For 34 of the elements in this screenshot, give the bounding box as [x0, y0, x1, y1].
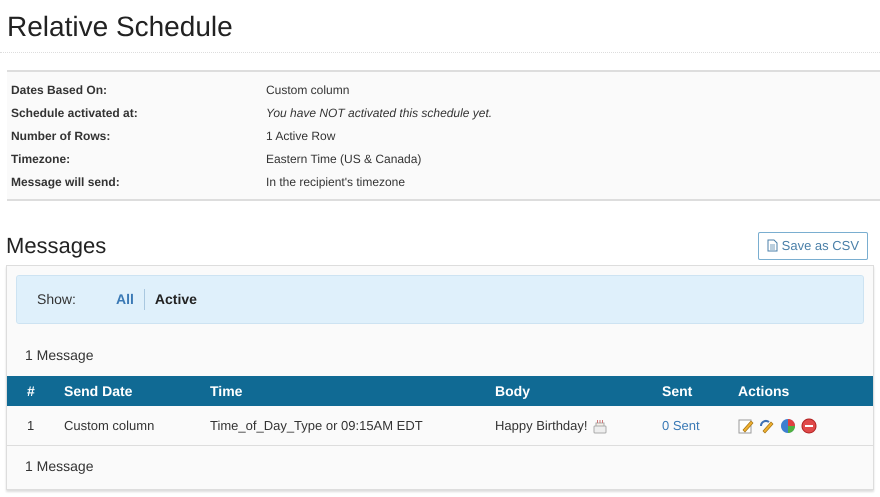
table-cell-text: Custom column [64, 416, 156, 435]
detail-value: Custom column [266, 82, 350, 98]
detail-value: You have NOT activated this schedule yet. [266, 104, 492, 122]
detail-label: Schedule activated at: [10, 104, 139, 122]
column-header: Sent [662, 382, 694, 400]
sent-link[interactable]: 0 Sent [662, 418, 700, 433]
document-icon [766, 239, 778, 252]
filter-link[interactable]: All [106, 289, 144, 310]
cake-icon [592, 418, 608, 434]
filter-link[interactable]: Active [144, 289, 207, 310]
column-header: Body [495, 382, 531, 401]
page-title: Relative Schedule [7, 10, 234, 44]
delete-icon[interactable] [801, 418, 817, 434]
detail-value: Eastern Time (US & Canada) [266, 150, 422, 168]
detail-label: Dates Based On: [10, 82, 108, 98]
filter-label: Show: [37, 290, 77, 309]
save-csv-button[interactable]: Save as CSV [758, 232, 868, 260]
detail-label: Number of Rows: [10, 128, 112, 144]
detail-label: Message will send: [10, 174, 121, 190]
message-count: 1 Message [24, 346, 94, 365]
table-cell-text: 1 [26, 416, 36, 435]
table-cell-text: Happy Birthday! [495, 416, 588, 435]
detail-label: Timezone: [10, 150, 72, 168]
column-header: Actions [738, 382, 790, 400]
column-header: # [26, 382, 36, 400]
table-cell-text: Time_of_Day_Type or 09:15AM EDT [210, 416, 424, 435]
section-heading: Messages [6, 232, 106, 260]
column-header: Time [210, 382, 244, 400]
edit-icon[interactable] [738, 418, 754, 434]
pie-chart-icon[interactable] [780, 418, 796, 434]
column-header: Send Date [64, 382, 134, 400]
message-count: 1 Message [24, 456, 94, 476]
detail-value: 1 Active Row [266, 128, 336, 144]
detail-value: In the recipient's timezone [266, 174, 406, 190]
